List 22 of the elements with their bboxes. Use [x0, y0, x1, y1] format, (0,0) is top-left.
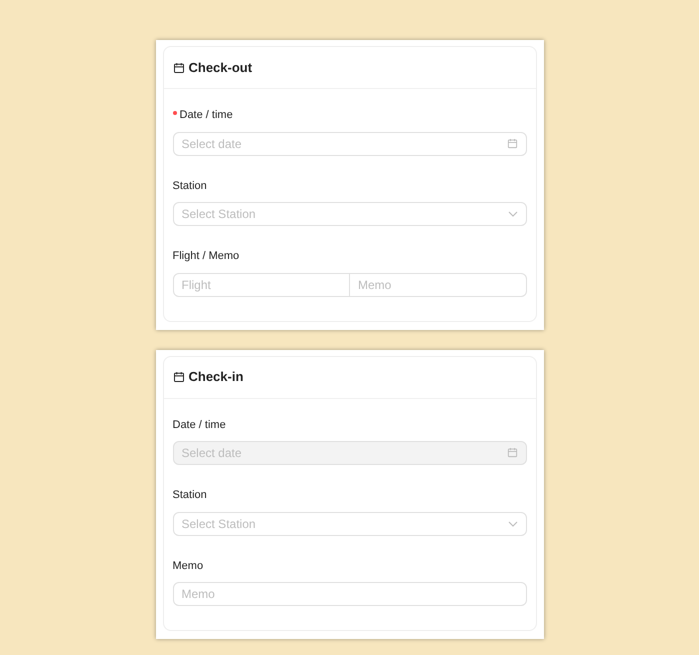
field-label: Memo [172, 558, 204, 574]
card-title: Check-in [188, 368, 244, 386]
input-field[interactable]: Flight [172, 272, 350, 296]
field-label: Date / time [172, 418, 226, 432]
select-placeholder: Select Station [182, 206, 256, 223]
field-label: Station [172, 178, 207, 194]
calendar-icon [172, 62, 184, 74]
station-select[interactable]: Select Station [172, 512, 526, 536]
chevron-down-icon [508, 209, 518, 219]
calendar-icon [172, 371, 184, 383]
card-title: Check-out [188, 58, 252, 77]
input-field[interactable]: Memo [172, 582, 526, 606]
chevron-down-icon [508, 518, 518, 528]
field-label: Flight / Memo [172, 249, 240, 264]
calendar-icon [506, 447, 518, 458]
date-field[interactable]: Select date [172, 132, 526, 156]
field-label: Station [172, 488, 207, 503]
select-placeholder: Select Station [182, 516, 256, 532]
calendar-icon [506, 138, 518, 148]
field-label: Date / time [180, 108, 233, 123]
input-field[interactable]: Memo [350, 272, 526, 296]
station-select[interactable]: Select Station [172, 202, 526, 226]
